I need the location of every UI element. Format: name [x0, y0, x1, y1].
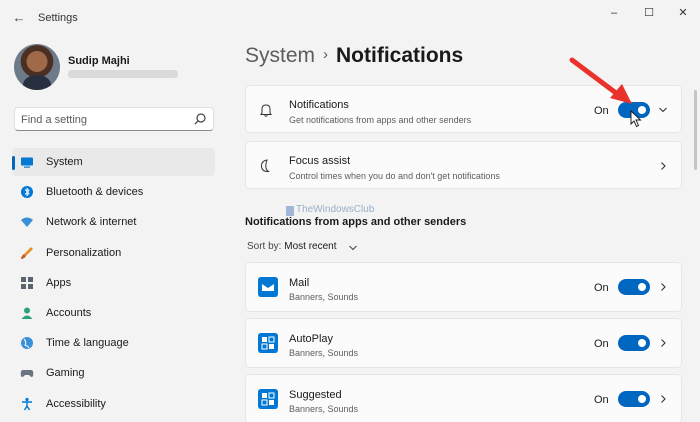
- app-title: Settings: [38, 12, 78, 24]
- gamepad-icon: [20, 370, 34, 378]
- search-icon[interactable]: [193, 112, 207, 126]
- minimize-button[interactable]: –: [604, 6, 624, 20]
- sidebar-item-personalization[interactable]: Personalization: [12, 239, 215, 267]
- app-row-autoplay[interactable]: AutoPlay Banners, Sounds On: [245, 318, 682, 368]
- chevron-down-icon[interactable]: [658, 105, 668, 115]
- app-name: Mail: [289, 277, 310, 289]
- suggested-toggle[interactable]: [618, 391, 650, 407]
- breadcrumb-parent[interactable]: System: [245, 44, 315, 67]
- sidebar-item-label: Accounts: [46, 306, 92, 319]
- page-title: Notifications: [336, 44, 464, 67]
- title-bar: ← Settings – ☐ ✕: [0, 0, 700, 36]
- network-icon: [21, 217, 33, 228]
- mail-icon: [258, 277, 278, 297]
- autoplay-icon: [258, 333, 278, 353]
- profile-email-redacted: [68, 70, 178, 78]
- sidebar-item-gaming[interactable]: Gaming: [12, 359, 215, 387]
- mail-toggle[interactable]: [618, 279, 650, 295]
- app-state-label: On: [594, 394, 609, 406]
- bell-icon: [260, 104, 272, 117]
- app-state-label: On: [594, 282, 609, 294]
- sidebar-item-label: Gaming: [46, 367, 85, 380]
- sidebar-item-apps[interactable]: Apps: [12, 269, 215, 297]
- back-arrow-icon[interactable]: ←: [10, 10, 28, 26]
- scrollbar[interactable]: [694, 90, 697, 170]
- mouse-cursor-icon: [630, 110, 642, 128]
- profile-name: Sudip Majhi: [68, 55, 130, 67]
- breadcrumb: System › Notifications: [245, 44, 463, 68]
- chevron-right-icon[interactable]: [658, 161, 668, 171]
- focus-assist-card[interactable]: Focus assist Control times when you do a…: [245, 141, 682, 189]
- sidebar-item-network[interactable]: Network & internet: [12, 208, 215, 236]
- notifications-title: Notifications: [289, 99, 349, 111]
- accessibility-icon: [22, 397, 32, 410]
- app-name: AutoPlay: [289, 333, 334, 345]
- sidebar-item-time-language[interactable]: Time & language: [12, 329, 215, 357]
- suggested-icon: [258, 389, 278, 409]
- moon-icon: [260, 159, 271, 173]
- chevron-right-icon[interactable]: [658, 282, 668, 292]
- annotation-arrow-icon: [569, 57, 632, 104]
- sidebar-item-label: Apps: [46, 276, 72, 289]
- sidebar-item-system[interactable]: System: [12, 148, 215, 176]
- sidebar-item-label: Time & language: [46, 337, 129, 350]
- watermark-logo: [286, 206, 294, 216]
- brush-icon: [21, 246, 33, 259]
- app-detail: Banners, Sounds: [289, 404, 359, 414]
- sidebar-item-label: System: [46, 156, 83, 168]
- app-detail: Banners, Sounds: [289, 292, 359, 302]
- apps-icon: [21, 276, 33, 289]
- system-icon: [21, 157, 33, 168]
- sidebar-item-label: Personalization: [46, 246, 122, 259]
- notifications-state-label: On: [594, 105, 609, 117]
- user-profile[interactable]: Sudip Majhi: [14, 44, 224, 92]
- sidebar-item-label: Bluetooth & devices: [46, 186, 144, 199]
- sidebar-nav: System Bluetooth & devices Network & int…: [12, 148, 215, 420]
- sidebar-item-label: Accessibility: [46, 397, 106, 410]
- sort-label: Sort by:: [247, 241, 282, 252]
- sidebar-item-accessibility[interactable]: Accessibility: [12, 390, 215, 418]
- sidebar-item-label: Network & internet: [46, 216, 137, 229]
- notifications-subtitle: Get notifications from apps and other se…: [289, 115, 472, 125]
- sort-dropdown[interactable]: Sort by: Most recent: [247, 241, 337, 252]
- section-title: Notifications from apps and other sender…: [245, 216, 467, 228]
- autoplay-toggle[interactable]: [618, 335, 650, 351]
- bluetooth-icon: [21, 186, 33, 199]
- avatar: [14, 44, 60, 90]
- chevron-down-icon[interactable]: [348, 244, 358, 252]
- focus-assist-title: Focus assist: [289, 155, 351, 167]
- app-state-label: On: [594, 338, 609, 350]
- search-box[interactable]: [14, 107, 214, 131]
- close-button[interactable]: ✕: [673, 6, 693, 20]
- app-detail: Banners, Sounds: [289, 348, 359, 358]
- chevron-right-icon[interactable]: [658, 338, 668, 348]
- focus-assist-subtitle: Control times when you do and don't get …: [289, 171, 500, 181]
- breadcrumb-separator: ›: [323, 46, 329, 63]
- sort-value: Most recent: [284, 241, 337, 252]
- app-row-mail[interactable]: Mail Banners, Sounds On: [245, 262, 682, 312]
- app-row-suggested[interactable]: Suggested Banners, Sounds On: [245, 374, 682, 422]
- chevron-right-icon[interactable]: [658, 394, 668, 404]
- app-name: Suggested: [289, 389, 342, 401]
- watermark: TheWindowsClub: [296, 204, 375, 215]
- sidebar-item-bluetooth[interactable]: Bluetooth & devices: [12, 178, 215, 206]
- globe-icon: [21, 337, 33, 350]
- search-input[interactable]: [21, 112, 191, 127]
- accounts-icon: [21, 307, 33, 319]
- maximize-button[interactable]: ☐: [639, 6, 659, 20]
- sidebar-item-accounts[interactable]: Accounts: [12, 299, 215, 327]
